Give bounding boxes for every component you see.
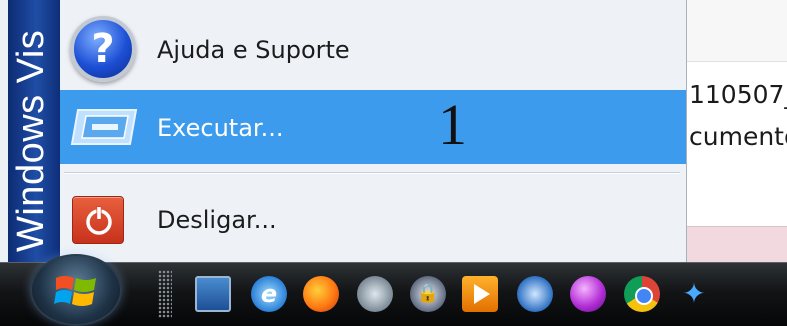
step-number-annotation: 1 [438,92,467,157]
background-document-window[interactable]: 110507_ cumento [686,0,787,262]
windows-vista-banner: Windows Vis [8,0,60,262]
menu-separator [64,172,680,174]
internet-explorer-icon[interactable]: e [251,276,287,312]
tool-icon[interactable]: ✦ [676,276,712,312]
help-and-support-item[interactable]: ? Ajuda e Suporte [60,12,686,86]
help-and-support-label: Ajuda e Suporte [157,36,350,64]
shutdown-item[interactable]: Desligar... [60,186,686,254]
run-icon [70,109,138,145]
taskbar-grip-handle[interactable] [158,270,172,318]
show-desktop-icon[interactable] [195,276,231,312]
power-icon [72,196,124,244]
background-window-footer [687,226,787,262]
quicktime-icon[interactable] [517,276,553,312]
chrome-icon[interactable] [624,276,660,312]
start-menu-items-pane: ? Ajuda e Suporte Executar... 1 Desligar… [60,0,686,262]
purple-orb-icon[interactable] [570,276,606,312]
background-window-header [687,0,787,62]
windows-logo-icon [54,276,96,306]
start-menu: Windows Vis ? Ajuda e Suporte Executar..… [0,0,687,262]
run-item[interactable]: Executar... 1 [60,90,686,164]
firefox-icon[interactable] [303,276,339,312]
background-folder-name[interactable]: cumento [689,122,787,151]
start-button[interactable] [30,254,122,326]
background-file-name[interactable]: 110507_ [689,80,787,109]
shutdown-label: Desligar... [157,206,277,234]
network-icon[interactable] [357,276,393,312]
media-player-icon[interactable] [462,276,498,312]
run-label: Executar... [157,114,284,142]
security-lock-icon[interactable]: 🔒 [410,276,446,312]
help-icon: ? [70,16,136,82]
windows-vista-banner-text: Windows Vis [10,29,52,252]
